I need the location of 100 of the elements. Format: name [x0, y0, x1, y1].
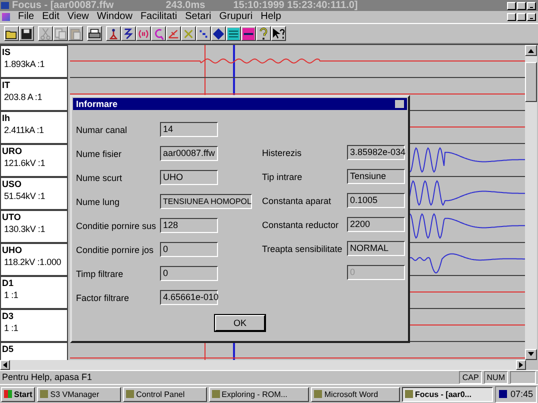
taskbar-button[interactable]: Focus - [aar0...	[402, 386, 494, 402]
input-field[interactable]: 14	[160, 122, 218, 138]
floppy-icon	[20, 26, 33, 41]
channel-scale: 118.2kV :1.000	[3, 256, 62, 268]
clipboard-icon	[69, 26, 82, 41]
field-label: Constanta reductor	[262, 220, 340, 230]
context-help-icon	[272, 26, 285, 41]
duration-text: 243.0ms	[166, 0, 206, 11]
start-button[interactable]: Start	[1, 386, 36, 402]
horizontal-scrollbar[interactable]	[0, 360, 526, 370]
scroll-down-button[interactable]	[525, 348, 537, 360]
zigzag-icon	[122, 26, 135, 41]
field-label: Nume scurt	[76, 172, 124, 183]
input-field[interactable]: aar00087.ffw	[160, 146, 218, 162]
keyboard-icon	[499, 390, 508, 398]
channel-label[interactable]: IS 1.893kA :1	[0, 45, 68, 78]
field-label: Timp filtrare	[76, 268, 124, 279]
vertical-scrollbar[interactable]	[525, 45, 537, 360]
channel-label[interactable]: URO 121.6kV :1	[0, 144, 68, 178]
grid-icon	[227, 26, 240, 41]
input-field[interactable]: TENSIUNEA HOMOPOL	[160, 194, 252, 210]
app-icon	[1, 2, 9, 9]
field-label: Tip intrare	[262, 172, 304, 182]
channel-label[interactable]: Ih 2.411kA :1	[0, 111, 68, 144]
channel-scale: 51.54kV :1	[3, 190, 46, 202]
field-label: Numar canal	[76, 124, 128, 135]
channel-label[interactable]: UHO 118.2kV :1.000	[0, 243, 68, 276]
arrow-left-icon	[3, 362, 7, 368]
toolbar-button[interactable]	[4, 26, 19, 42]
figure-icon	[107, 26, 120, 41]
input-field[interactable]: 0	[160, 266, 218, 282]
channel-scale: 1 :1	[3, 322, 20, 334]
toolbar-button[interactable]	[211, 26, 226, 42]
toolbar-button[interactable]	[106, 26, 121, 42]
input-field[interactable]: 0	[160, 242, 218, 258]
channel-name: UTO	[1, 211, 22, 224]
channel-name: D5	[1, 343, 15, 356]
taskbar-button[interactable]: Control Panel	[123, 386, 207, 402]
menu-item[interactable]: Grupuri	[219, 11, 253, 22]
input-field[interactable]: 0.1005	[347, 193, 405, 208]
field-label: Factor filtrare	[76, 292, 130, 303]
channel-label[interactable]: D3 1 :1	[0, 309, 68, 342]
scroll-up-button[interactable]	[525, 45, 537, 56]
toolbar-button[interactable]	[271, 26, 286, 42]
restore-button[interactable]	[517, 12, 526, 21]
taskbar-button[interactable]: S3 VManager	[37, 386, 122, 402]
taskbar-button[interactable]: Microsoft Word	[311, 386, 400, 402]
input-field[interactable]: 128	[160, 218, 218, 234]
toolbar-button[interactable]	[256, 26, 271, 42]
channel-label[interactable]: D1 1 :1	[0, 276, 68, 310]
scroll-thumb[interactable]	[525, 62, 537, 102]
channel-label[interactable]: USO 51.54kV :1	[0, 177, 68, 210]
input-field[interactable]: 4.65661e-010	[160, 290, 218, 306]
printer-icon	[88, 26, 101, 41]
toolbar-button[interactable]	[87, 26, 102, 42]
scissors-icon	[39, 26, 52, 41]
channel-label[interactable]: D5	[0, 342, 68, 360]
toolbar-button[interactable]	[226, 26, 241, 42]
toolbar-button[interactable]	[19, 26, 34, 42]
toolbar-button[interactable]	[151, 26, 166, 42]
help-icon	[257, 26, 270, 41]
channel-name: Ih	[1, 112, 11, 124]
toolbar-button[interactable]	[166, 26, 181, 42]
field-label: Treapta sensibilitate	[262, 244, 344, 254]
taskbar-button[interactable]: Exploring - ROM...	[208, 386, 310, 402]
window-title: Focus - [aar00087.ffw	[12, 0, 114, 11]
scroll-left-button[interactable]	[0, 360, 10, 370]
dialog-title: Informare	[76, 99, 118, 110]
menu-item[interactable]: Window	[96, 11, 132, 22]
menu-item[interactable]: Facilitati	[140, 11, 178, 22]
toolbar-button[interactable]	[136, 26, 151, 42]
diamond-icon	[212, 26, 225, 41]
maximize-button[interactable]	[517, 2, 526, 10]
scroll-right-button[interactable]	[516, 360, 526, 370]
menu-item[interactable]: File	[18, 11, 34, 22]
input-field[interactable]: UHO	[160, 170, 218, 186]
channel-scale: 121.6kV :1	[3, 157, 46, 170]
document-icon[interactable]	[2, 12, 10, 21]
channel-scale: 2.411kA :1	[3, 124, 45, 136]
input-field[interactable]: Tensiune	[347, 169, 405, 184]
toolbar-button[interactable]	[121, 26, 136, 42]
toolbar-button[interactable]	[196, 26, 211, 42]
windows-logo-icon	[4, 390, 12, 398]
arrow-right-icon	[519, 362, 523, 368]
menu-item[interactable]: Help	[260, 11, 282, 22]
input-field[interactable]: NORMAL	[347, 241, 405, 256]
channel-name: URO	[1, 145, 23, 158]
channel-label[interactable]: IT 203.8 A :1	[0, 78, 68, 112]
menu-item[interactable]: Setari	[185, 11, 212, 22]
menu-item[interactable]: Edit	[42, 11, 60, 22]
toolbar-button[interactable]	[241, 26, 256, 42]
toolbar-button[interactable]	[181, 26, 196, 42]
channel-label[interactable]: UTO 130.3kV :1	[0, 210, 68, 244]
app-icon	[126, 390, 134, 398]
ok-button[interactable]: OK	[215, 315, 265, 332]
input-field[interactable]: 3.85982e-034	[347, 145, 405, 160]
channel-name: IS	[1, 46, 12, 58]
hook-icon	[152, 26, 165, 41]
menu-item[interactable]: View	[67, 11, 89, 22]
input-field[interactable]: 2200	[347, 217, 405, 232]
